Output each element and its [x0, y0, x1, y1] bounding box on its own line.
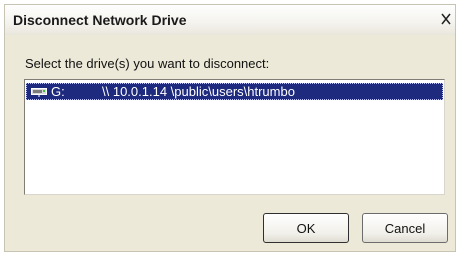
drive-letter: G:: [51, 84, 65, 99]
ok-button[interactable]: OK: [263, 213, 349, 243]
drive-path: \\ 10.0.1.14 \public\users\htrumbo: [102, 84, 295, 99]
title-bar[interactable]: Disconnect Network Drive: [5, 5, 455, 35]
instruction-label: Select the drive(s) you want to disconne…: [25, 56, 270, 71]
drive-list[interactable]: G: \\ 10.0.1.14 \public\users\htrumbo: [24, 79, 445, 195]
drive-list-item[interactable]: G: \\ 10.0.1.14 \public\users\htrumbo: [26, 83, 443, 100]
close-button[interactable]: [437, 9, 454, 29]
close-icon: [440, 13, 451, 25]
network-drive-icon: [31, 88, 47, 97]
dialog-title: Disconnect Network Drive: [13, 12, 187, 28]
cancel-button[interactable]: Cancel: [362, 213, 448, 243]
disconnect-network-drive-dialog: Disconnect Network Drive Select the driv…: [4, 4, 456, 252]
